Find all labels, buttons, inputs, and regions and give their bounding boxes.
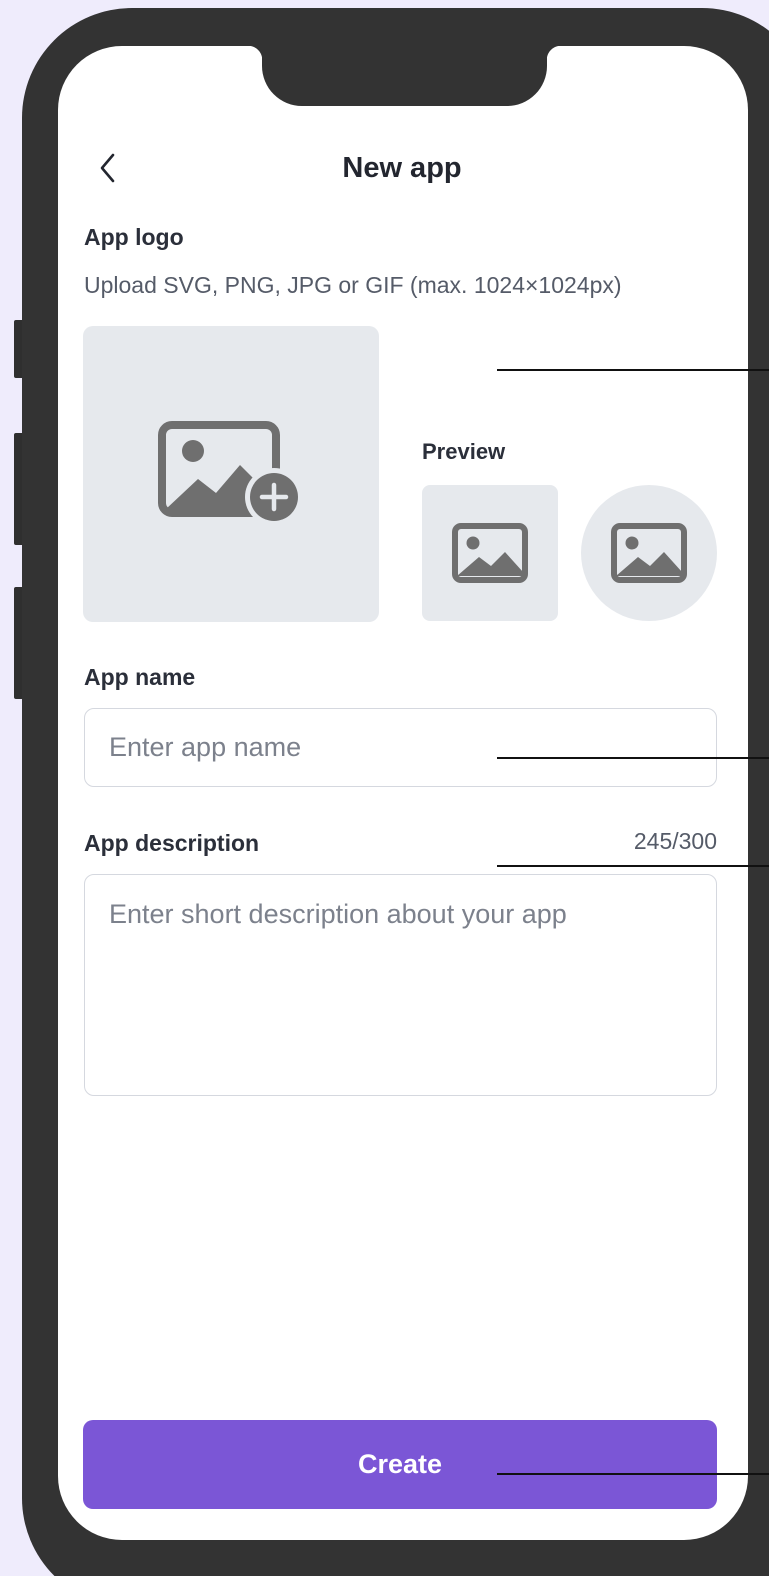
image-icon	[452, 523, 528, 583]
preview-label: Preview	[422, 439, 506, 464]
preview-circle	[581, 485, 717, 621]
image-icon	[611, 523, 687, 583]
app-description-label: App description	[84, 830, 260, 856]
app-logo-label: App logo	[84, 224, 184, 250]
stage: New app App logo Upload SVG, PNG, JPG or…	[0, 0, 769, 1576]
create-button[interactable]: Create	[83, 1420, 717, 1509]
callout-line-description	[497, 865, 769, 867]
callout-line-app-name	[497, 757, 769, 759]
character-counter: 245/300	[633, 828, 717, 854]
app-name-label: App name	[84, 664, 196, 690]
app-logo-helper-text: Upload SVG, PNG, JPG or GIF (max. 1024×1…	[84, 272, 622, 298]
app-description-input[interactable]	[84, 874, 717, 1096]
phone-notch	[248, 46, 561, 106]
callout-line-logo	[497, 369, 769, 371]
phone-screen	[58, 46, 748, 1540]
app-name-input[interactable]	[84, 708, 717, 787]
image-add-icon	[158, 421, 303, 526]
page-title: New app	[342, 152, 462, 184]
logo-upload-dropzone[interactable]	[83, 326, 379, 622]
callout-line-create	[497, 1473, 769, 1475]
preview-square	[422, 485, 558, 621]
